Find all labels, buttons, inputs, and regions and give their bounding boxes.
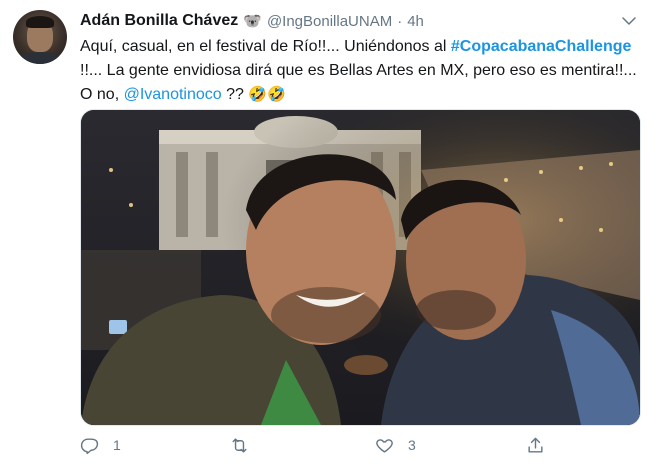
author-name[interactable]: Adán Bonilla Chávez (80, 12, 238, 30)
avatar-hair (26, 16, 54, 28)
tweet-timestamp[interactable]: 4h (407, 13, 424, 30)
tweet-header: Adán Bonilla Chávez 🐨 @IngBonillaUNAM · … (80, 10, 424, 32)
tweet-text-part3: ?? (221, 86, 249, 103)
author-handle[interactable]: @IngBonillaUNAM (267, 13, 392, 30)
tweet-actions: 1 3 (80, 432, 550, 458)
reply-icon[interactable] (80, 436, 99, 455)
photo-illustration (81, 110, 640, 425)
caret-down-icon[interactable] (620, 12, 638, 30)
like-icon[interactable] (375, 436, 394, 455)
reply-action[interactable]: 1 (80, 432, 121, 458)
avatar[interactable] (13, 10, 67, 64)
tweet-text-part1: Aquí, casual, en el festival de Río!!...… (80, 38, 451, 55)
mention-link[interactable]: @Ivanotinoco (124, 86, 222, 103)
retweet-action[interactable] (230, 432, 263, 458)
share-icon[interactable] (526, 436, 545, 455)
share-action[interactable] (526, 432, 559, 458)
koala-icon: 🐨 (243, 13, 262, 30)
like-count: 3 (408, 437, 416, 453)
hashtag-link[interactable]: #CopacabanaChallenge (451, 38, 632, 55)
retweet-icon[interactable] (230, 436, 249, 455)
laughing-emoji: 🤣🤣 (248, 86, 286, 103)
tweet-text: Aquí, casual, en el festival de Río!!...… (80, 35, 640, 107)
avatar-shirt (17, 52, 63, 64)
separator-dot: · (397, 12, 403, 30)
tweet-card[interactable]: Adán Bonilla Chávez 🐨 @IngBonillaUNAM · … (0, 0, 657, 472)
tweet-photo[interactable] (80, 109, 641, 426)
like-action[interactable]: 3 (375, 432, 416, 458)
reply-count: 1 (113, 437, 121, 453)
